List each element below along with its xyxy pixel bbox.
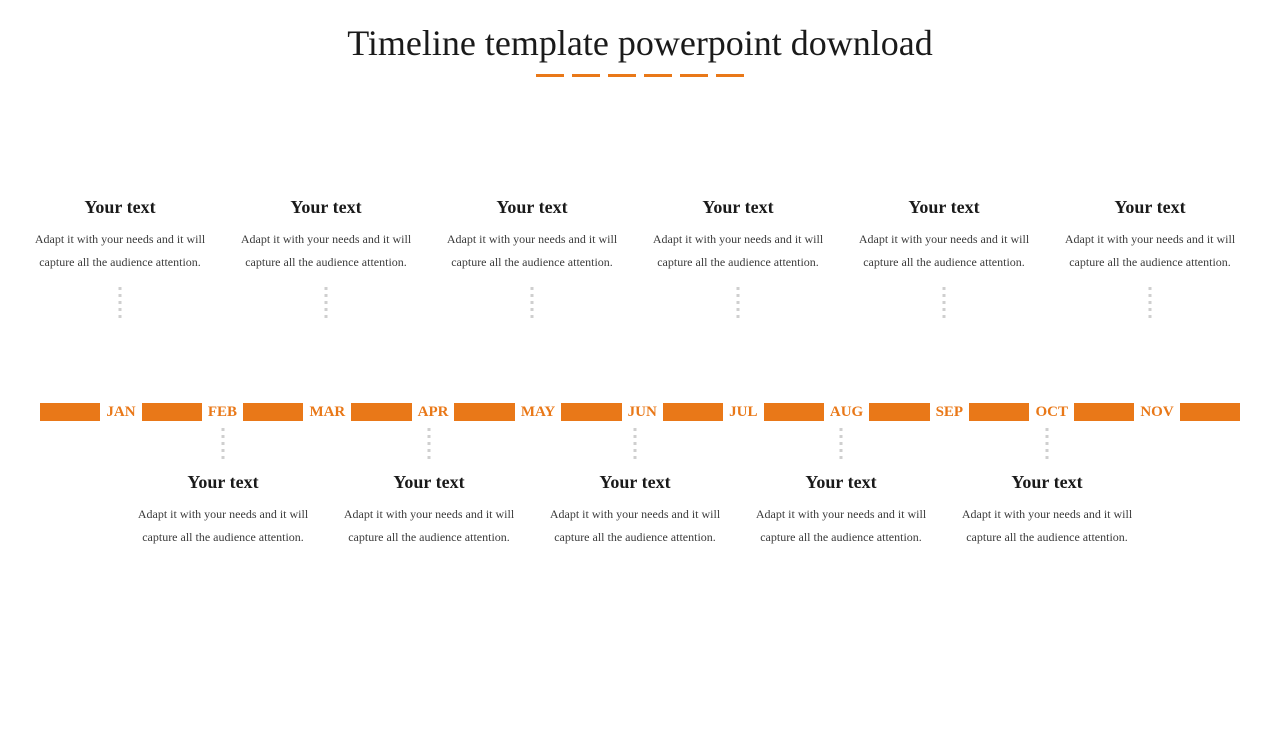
month-label: JUL xyxy=(723,404,763,421)
item-body: Adapt it with your needs and it will cap… xyxy=(638,228,838,274)
timeline-item-bottom: Your text Adapt it with your needs and i… xyxy=(535,472,735,549)
strip-segment xyxy=(969,403,1029,421)
strip-segment xyxy=(243,403,303,421)
connector-dots xyxy=(1046,424,1049,463)
item-heading: Your text xyxy=(535,472,735,493)
item-body: Adapt it with your needs and it will cap… xyxy=(20,228,220,274)
strip-segment xyxy=(1180,403,1240,421)
timeline-item-top: Your text Adapt it with your needs and i… xyxy=(638,197,838,274)
connector-dots xyxy=(222,424,225,463)
item-body: Adapt it with your needs and it will cap… xyxy=(535,503,735,549)
connector-dots xyxy=(943,283,946,322)
item-body: Adapt it with your needs and it will cap… xyxy=(1050,228,1250,274)
timeline-item-bottom: Your text Adapt it with your needs and i… xyxy=(741,472,941,549)
connector-dots xyxy=(1149,283,1152,322)
strip-segment xyxy=(561,403,621,421)
item-body: Adapt it with your needs and it will cap… xyxy=(432,228,632,274)
timeline-item-bottom: Your text Adapt it with your needs and i… xyxy=(123,472,323,549)
timeline-item-bottom: Your text Adapt it with your needs and i… xyxy=(329,472,529,549)
item-body: Adapt it with your needs and it will cap… xyxy=(741,503,941,549)
item-heading: Your text xyxy=(947,472,1147,493)
month-label: APR xyxy=(412,404,455,421)
month-label: MAR xyxy=(303,404,351,421)
strip-segment xyxy=(764,403,824,421)
item-body: Adapt it with your needs and it will cap… xyxy=(844,228,1044,274)
month-label: FEB xyxy=(202,404,243,421)
month-strip: JAN FEB MAR APR MAY JUN JUL AUG SEP OCT … xyxy=(40,402,1240,422)
month-label: MAY xyxy=(515,404,561,421)
item-heading: Your text xyxy=(432,197,632,218)
timeline-item-top: Your text Adapt it with your needs and i… xyxy=(844,197,1044,274)
item-heading: Your text xyxy=(1050,197,1250,218)
connector-dots xyxy=(531,283,534,322)
month-label: NOV xyxy=(1134,404,1179,421)
month-label: JUN xyxy=(622,404,663,421)
connector-dots xyxy=(634,424,637,463)
item-heading: Your text xyxy=(638,197,838,218)
connector-dots xyxy=(840,424,843,463)
connector-dots xyxy=(737,283,740,322)
item-heading: Your text xyxy=(226,197,426,218)
timeline-item-bottom: Your text Adapt it with your needs and i… xyxy=(947,472,1147,549)
timeline-item-top: Your text Adapt it with your needs and i… xyxy=(1050,197,1250,274)
month-label: SEP xyxy=(930,404,970,421)
connector-dots xyxy=(119,283,122,322)
item-body: Adapt it with your needs and it will cap… xyxy=(123,503,323,549)
timeline-item-top: Your text Adapt it with your needs and i… xyxy=(432,197,632,274)
month-label: JAN xyxy=(100,404,141,421)
page-title: Timeline template powerpoint download xyxy=(0,22,1280,64)
strip-segment xyxy=(40,403,100,421)
item-heading: Your text xyxy=(741,472,941,493)
strip-segment xyxy=(1074,403,1134,421)
strip-segment xyxy=(454,403,514,421)
item-heading: Your text xyxy=(123,472,323,493)
item-body: Adapt it with your needs and it will cap… xyxy=(226,228,426,274)
connector-dots xyxy=(325,283,328,322)
strip-segment xyxy=(663,403,723,421)
strip-segment xyxy=(142,403,202,421)
timeline-item-top: Your text Adapt it with your needs and i… xyxy=(20,197,220,274)
connector-dots xyxy=(428,424,431,463)
item-body: Adapt it with your needs and it will cap… xyxy=(329,503,529,549)
timeline-item-top: Your text Adapt it with your needs and i… xyxy=(226,197,426,274)
item-body: Adapt it with your needs and it will cap… xyxy=(947,503,1147,549)
month-label: OCT xyxy=(1029,404,1074,421)
strip-segment xyxy=(869,403,929,421)
item-heading: Your text xyxy=(20,197,220,218)
title-underline xyxy=(0,74,1280,77)
item-heading: Your text xyxy=(329,472,529,493)
item-heading: Your text xyxy=(844,197,1044,218)
strip-segment xyxy=(351,403,411,421)
month-label: AUG xyxy=(824,404,869,421)
